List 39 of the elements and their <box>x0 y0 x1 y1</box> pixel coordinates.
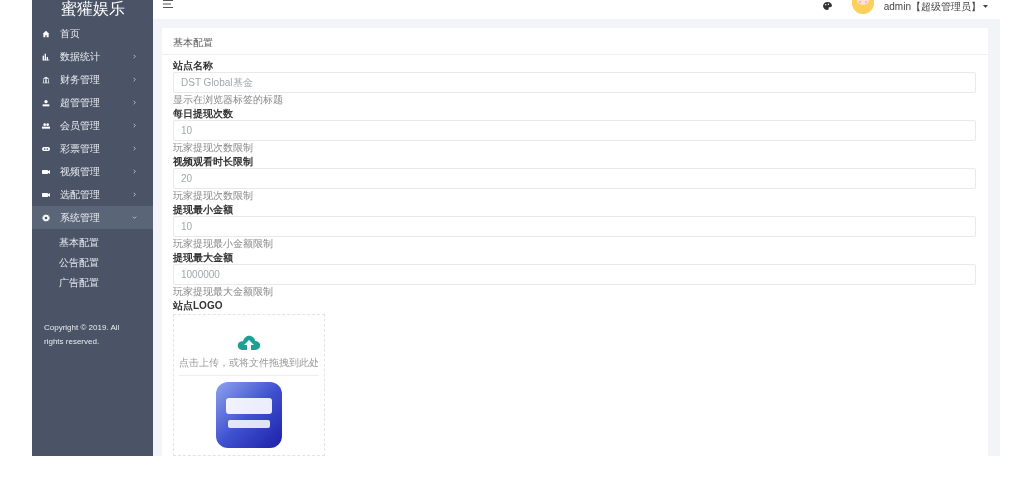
palette-icon[interactable] <box>822 1 832 10</box>
field-label: 视频观看时长限制 <box>173 155 253 168</box>
field-label: 提现最大金额 <box>173 251 233 264</box>
sidebar-item[interactable]: 彩票管理 <box>32 137 153 160</box>
chevron-icon <box>132 54 137 59</box>
user-menu[interactable]: admin【超级管理员】 <box>883 0 988 14</box>
sidebar-item[interactable]: 财务管理 <box>32 68 153 91</box>
caret-icon <box>983 4 988 9</box>
sidebar-item[interactable]: 会员管理 <box>32 114 153 137</box>
help-text: 显示在浏览器标签的标题 <box>173 93 283 107</box>
upload-hint: 点击上传，或将文件拖拽到此处 <box>179 356 319 376</box>
sidebar-item[interactable]: 数据统计 <box>32 45 153 68</box>
chevron-icon <box>132 77 137 82</box>
sidebar-item[interactable]: 首页 <box>32 22 153 45</box>
field-label: 提现最小金额 <box>173 203 233 216</box>
chevron-icon <box>132 100 137 105</box>
submenu-item[interactable]: 广告配置 <box>32 273 153 293</box>
help-text: 玩家提现次数限制 <box>173 141 253 155</box>
chevron-icon <box>132 169 137 174</box>
help-text: 玩家提现最小金额限制 <box>173 237 273 251</box>
chevron-icon <box>132 146 137 151</box>
upload-icon <box>237 335 261 351</box>
field-label: 站点LOGO <box>173 299 223 312</box>
field-label: 每日提现次数 <box>173 107 233 120</box>
submenu-item[interactable]: 公告配置 <box>32 253 153 273</box>
copyright-text: Copyright © 2019. All rights reserved. <box>43 322 121 348</box>
sidebar-item[interactable]: 视频管理 <box>32 160 153 183</box>
chevron-icon <box>132 215 137 220</box>
field-label: 站点名称 <box>173 59 213 72</box>
submenu-item[interactable]: 基本配置 <box>32 233 153 253</box>
sidebar-item[interactable]: 选配管理 <box>32 183 153 206</box>
help-text: 玩家提现次数限制 <box>173 189 253 203</box>
chevron-icon <box>132 192 137 197</box>
card-title: 基本配置 <box>173 37 213 48</box>
help-text: 玩家提现最大金额限制 <box>173 285 273 299</box>
sidebar-item[interactable]: 系统管理 <box>32 206 153 229</box>
sidebar-item[interactable]: 超管管理 <box>32 91 153 114</box>
chevron-icon <box>132 123 137 128</box>
sidebar-logo: 蜜獾娱乐 <box>60 0 125 18</box>
